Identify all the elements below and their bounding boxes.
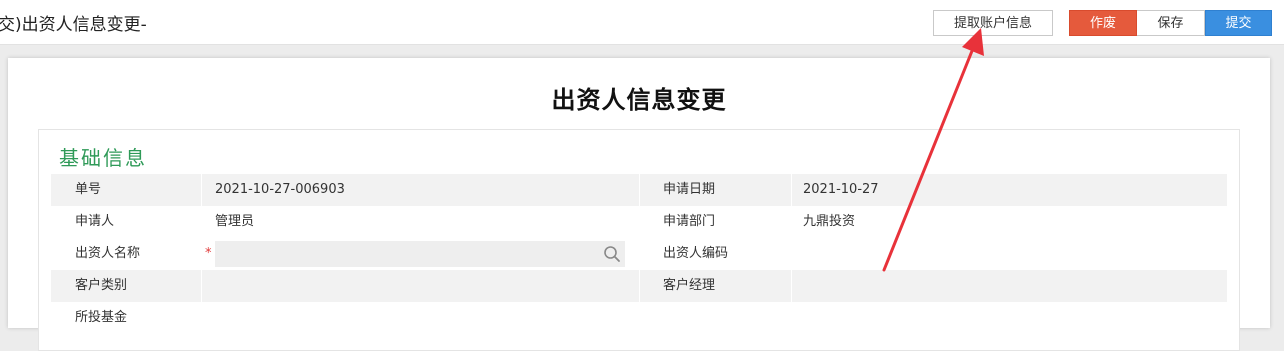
submit-button[interactable]: 提交	[1205, 10, 1272, 36]
form-card: 出资人信息变更 基础信息 单号 2021-10-27-006903 申请日期 2…	[8, 58, 1270, 351]
customer-manager-label: 客户经理	[663, 278, 716, 293]
fund-label: 所投基金	[75, 310, 128, 325]
investor-code-label: 出资人编码	[663, 246, 729, 261]
fetch-account-info-button[interactable]: 提取账户信息	[933, 10, 1053, 36]
order-no-value: 2021-10-27-006903	[215, 182, 345, 197]
form-row: 客户类别 客户经理	[51, 270, 1227, 302]
order-no-label: 单号	[75, 182, 102, 197]
dept-value: 九鼎投资	[803, 214, 856, 229]
customer-type-label: 客户类别	[75, 278, 128, 293]
form-row: 申请人 管理员 申请部门 九鼎投资	[51, 206, 1227, 238]
apply-date-label: 申请日期	[663, 182, 716, 197]
top-toolbar: 交)出资人信息变更- 提取账户信息 作废 保存 提交	[0, 0, 1284, 45]
form-row: 出资人名称 * 出资人编码	[51, 238, 1227, 270]
void-button[interactable]: 作废	[1069, 10, 1137, 36]
form-row: 单号 2021-10-27-006903 申请日期 2021-10-27	[51, 174, 1227, 206]
applicant-value: 管理员	[215, 214, 255, 229]
column-divider	[791, 270, 792, 302]
dept-label: 申请部门	[663, 214, 716, 229]
page-title: 交)出资人信息变更-	[0, 15, 147, 35]
investor-name-label: 出资人名称	[75, 246, 141, 261]
applicant-label: 申请人	[75, 214, 115, 229]
form-row: 所投基金	[51, 302, 1227, 334]
column-divider	[201, 174, 202, 206]
column-divider	[639, 270, 640, 302]
column-divider	[639, 174, 640, 206]
required-mark: *	[205, 246, 212, 261]
column-divider	[201, 270, 202, 302]
apply-date-value: 2021-10-27	[803, 182, 879, 197]
save-button[interactable]: 保存	[1137, 10, 1205, 36]
search-icon[interactable]	[603, 245, 621, 263]
basic-info-section: 基础信息 单号 2021-10-27-006903 申请日期 2021-10-2…	[38, 129, 1240, 351]
column-divider	[791, 174, 792, 206]
form-grid: 单号 2021-10-27-006903 申请日期 2021-10-27 申请人…	[51, 174, 1227, 334]
form-title: 出资人信息变更	[551, 86, 727, 114]
investor-name-input[interactable]	[215, 241, 625, 267]
section-title: 基础信息	[59, 146, 147, 170]
